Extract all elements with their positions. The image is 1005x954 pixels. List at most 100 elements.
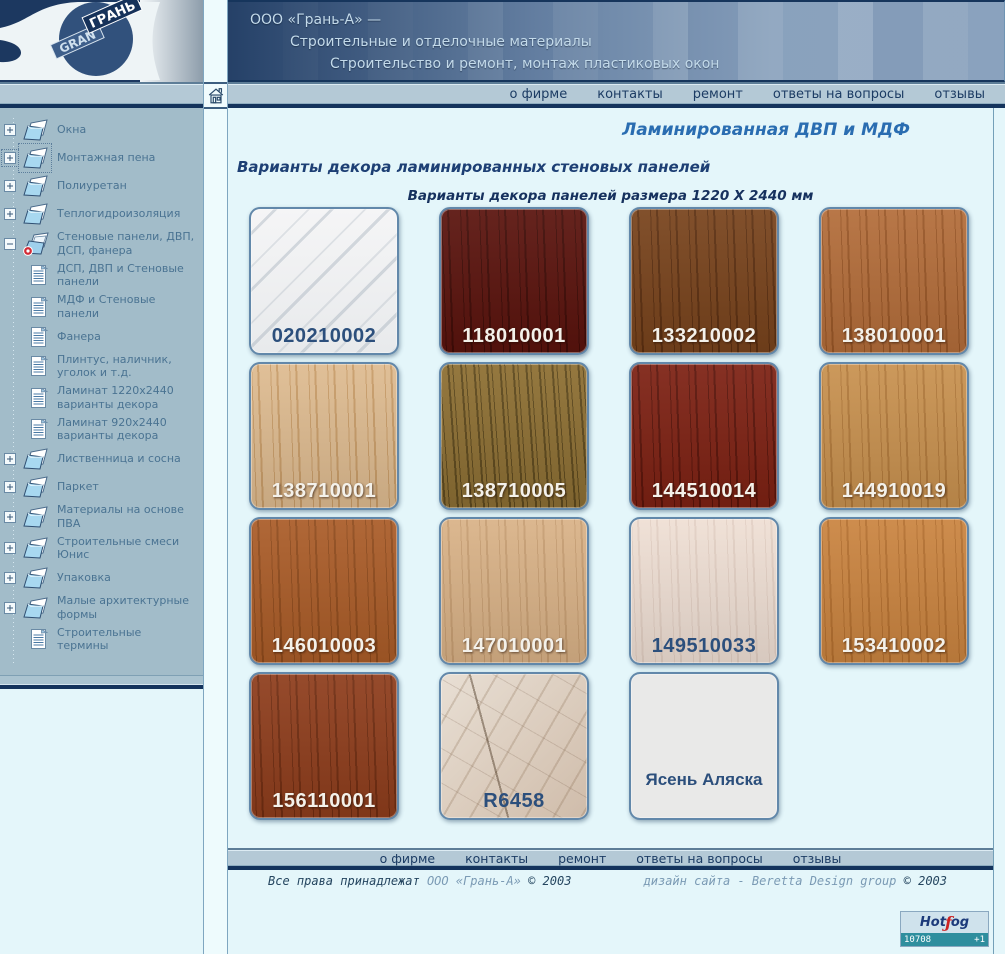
sidebar-item-12[interactable]: Лиственница и сосна xyxy=(4,445,203,473)
designer-year: © 2003 xyxy=(904,874,947,888)
sidebar-item-14[interactable]: Материалы на основе ПВА xyxy=(4,501,203,533)
panel-tile[interactable]: 149510033 xyxy=(629,517,779,665)
hotlog-counter-badge[interactable]: Hotƒog 10708 +1 xyxy=(900,911,989,947)
footer-navbar: о фирме контакты ремонт ответы на вопросы от… xyxy=(228,848,993,870)
folder-icon-wrap xyxy=(21,118,57,142)
panel-code: 144510014 xyxy=(631,480,777,503)
footer-nav-link-3[interactable]: ремонт xyxy=(558,851,606,866)
sidebar-item-4[interactable]: Теплогидроизоляция xyxy=(4,200,203,228)
tree-expander[interactable] xyxy=(4,481,21,493)
sidebar-item-5[interactable]: Стеновые панели, ДВП, ДСП, фанера xyxy=(4,228,203,260)
footer-nav-link-5[interactable]: отзывы xyxy=(793,851,842,866)
doc-icon-wrap xyxy=(21,417,57,441)
tree-expander[interactable] xyxy=(4,238,21,250)
expand-plus-icon[interactable] xyxy=(4,572,16,584)
expand-plus-icon[interactable] xyxy=(4,481,16,493)
panel-tile[interactable]: R6458 xyxy=(439,672,589,820)
sidebar-item-17[interactable]: Малые архитектурные формы xyxy=(4,592,203,624)
sidebar-item-13[interactable]: Паркет xyxy=(4,473,203,501)
expand-plus-icon[interactable] xyxy=(4,124,16,136)
home-button[interactable] xyxy=(204,82,227,109)
panel-tile[interactable]: 146010003 xyxy=(249,517,399,665)
panel-tile[interactable]: 138710005 xyxy=(439,362,589,510)
sidebar-item-9[interactable]: Плинтус, наличник, уголок и т.д. xyxy=(4,351,203,383)
sidebar-item-11[interactable]: Ламинат 920х2440 варианты декора xyxy=(4,414,203,446)
panel-tile[interactable]: 147010001 xyxy=(439,517,589,665)
content-right-border xyxy=(993,108,994,954)
tree-expander[interactable] xyxy=(4,542,21,554)
top-nav-link-4[interactable]: ответы на вопросы xyxy=(773,87,905,102)
footer-nav-link-2[interactable]: контакты xyxy=(465,851,528,866)
hotlog-counter-bar: 10708 +1 xyxy=(901,933,988,946)
expand-plus-icon[interactable] xyxy=(4,152,16,164)
expand-plus-icon[interactable] xyxy=(4,602,16,614)
folder-icon xyxy=(21,146,49,170)
sidebar-item-label: ДСП, ДВП и Стеновые панели xyxy=(57,262,195,290)
panel-tile[interactable]: 153410002 xyxy=(819,517,969,665)
panel-tile[interactable]: 144910019 xyxy=(819,362,969,510)
top-nav-link-5[interactable]: отзывы xyxy=(934,87,985,102)
sidebar-item-2[interactable]: Монтажная пена xyxy=(4,144,203,172)
panel-tile[interactable]: 156110001 xyxy=(249,672,399,820)
sidebar-item-3[interactable]: Полиуретан xyxy=(4,172,203,200)
tree-expander[interactable] xyxy=(4,124,21,136)
tree-expander[interactable] xyxy=(4,602,21,614)
sidebar-item-15[interactable]: Строительные смеси Юнис xyxy=(4,533,203,565)
expand-plus-icon[interactable] xyxy=(4,180,16,192)
sidebar-item-18[interactable]: Строительные термины xyxy=(4,624,203,656)
sidebar-item-8[interactable]: Фанера xyxy=(4,323,203,351)
folder-icon-wrap xyxy=(21,475,57,499)
size-caption: Варианты декора панелей размера 1220 Х 2… xyxy=(228,188,993,204)
document-icon xyxy=(30,354,49,378)
company-name: ООО «Грань-А» — xyxy=(250,12,381,28)
sidebar-item-7[interactable]: МДФ и Стеновые панели xyxy=(4,291,203,323)
top-nav-link-2[interactable]: контакты xyxy=(597,87,663,102)
tree-expander[interactable] xyxy=(4,511,21,523)
sidebar-item-label: Окна xyxy=(57,123,86,137)
doc-icon-wrap xyxy=(21,627,57,651)
panel-tile[interactable]: 020210002 xyxy=(249,207,399,355)
folder-open-icon-wrap xyxy=(21,232,57,256)
copyright-bar: Все права принадлежат ООО «Грань-А» © 20… xyxy=(228,874,993,888)
tree-expander[interactable] xyxy=(4,152,21,164)
top-nav-link-1[interactable]: о фирме xyxy=(510,87,568,102)
tree-expander[interactable] xyxy=(4,453,21,465)
panel-tile[interactable]: 133210002 xyxy=(629,207,779,355)
sidebar-item-10[interactable]: Ламинат 1220х2440 варианты декора xyxy=(4,382,203,414)
folder-icon xyxy=(21,566,49,590)
header-subtitle-2: Строительство и ремонт, монтаж пластиков… xyxy=(330,56,719,72)
panel-tile[interactable]: 118010001 xyxy=(439,207,589,355)
footer-nav-link-4[interactable]: ответы на вопросы xyxy=(636,851,762,866)
document-icon xyxy=(30,627,49,651)
panel-tile[interactable]: 138010001 xyxy=(819,207,969,355)
tree-expander[interactable] xyxy=(4,208,21,220)
open-folder-icon xyxy=(21,232,49,256)
expand-plus-icon[interactable] xyxy=(4,208,16,220)
panel-tile[interactable]: 138710001 xyxy=(249,362,399,510)
collapse-minus-icon[interactable] xyxy=(4,238,16,250)
sidebar-item-1[interactable]: Окна xyxy=(4,116,203,144)
folder-icon-wrap xyxy=(21,174,57,198)
panel-tile[interactable]: Ясень Аляска xyxy=(629,672,779,820)
panel-tile[interactable]: 144510014 xyxy=(629,362,779,510)
folder-icon-wrap xyxy=(21,202,57,226)
copyright-prefix: Все права принадлежат xyxy=(268,874,420,888)
doc-icon-wrap xyxy=(21,325,57,349)
folder-icon xyxy=(21,596,49,620)
top-nav-link-3[interactable]: ремонт xyxy=(693,87,743,102)
designer-credit: дизайн сайта - Beretta Design group xyxy=(644,874,897,888)
footer-nav-link-1[interactable]: о фирме xyxy=(380,851,436,866)
expand-plus-icon[interactable] xyxy=(4,542,16,554)
panel-code: 153410002 xyxy=(821,635,967,658)
gran-logo-icon: GRAN ГРАНЬ xyxy=(0,0,203,82)
copyright-company: ООО «Грань-А» xyxy=(427,874,521,888)
page: GRAN ГРАНЬ ООО «Грань-А» — Строительные … xyxy=(0,0,1005,954)
expand-plus-icon[interactable] xyxy=(4,453,16,465)
tree-expander[interactable] xyxy=(4,572,21,584)
expand-plus-icon[interactable] xyxy=(4,511,16,523)
tree-expander[interactable] xyxy=(4,180,21,192)
site-logo[interactable]: GRAN ГРАНЬ xyxy=(0,0,203,82)
sidebar-item-6[interactable]: ДСП, ДВП и Стеновые панели xyxy=(4,260,203,292)
sidebar-item-16[interactable]: Упаковка xyxy=(4,564,203,592)
folder-icon-wrap xyxy=(21,505,57,529)
